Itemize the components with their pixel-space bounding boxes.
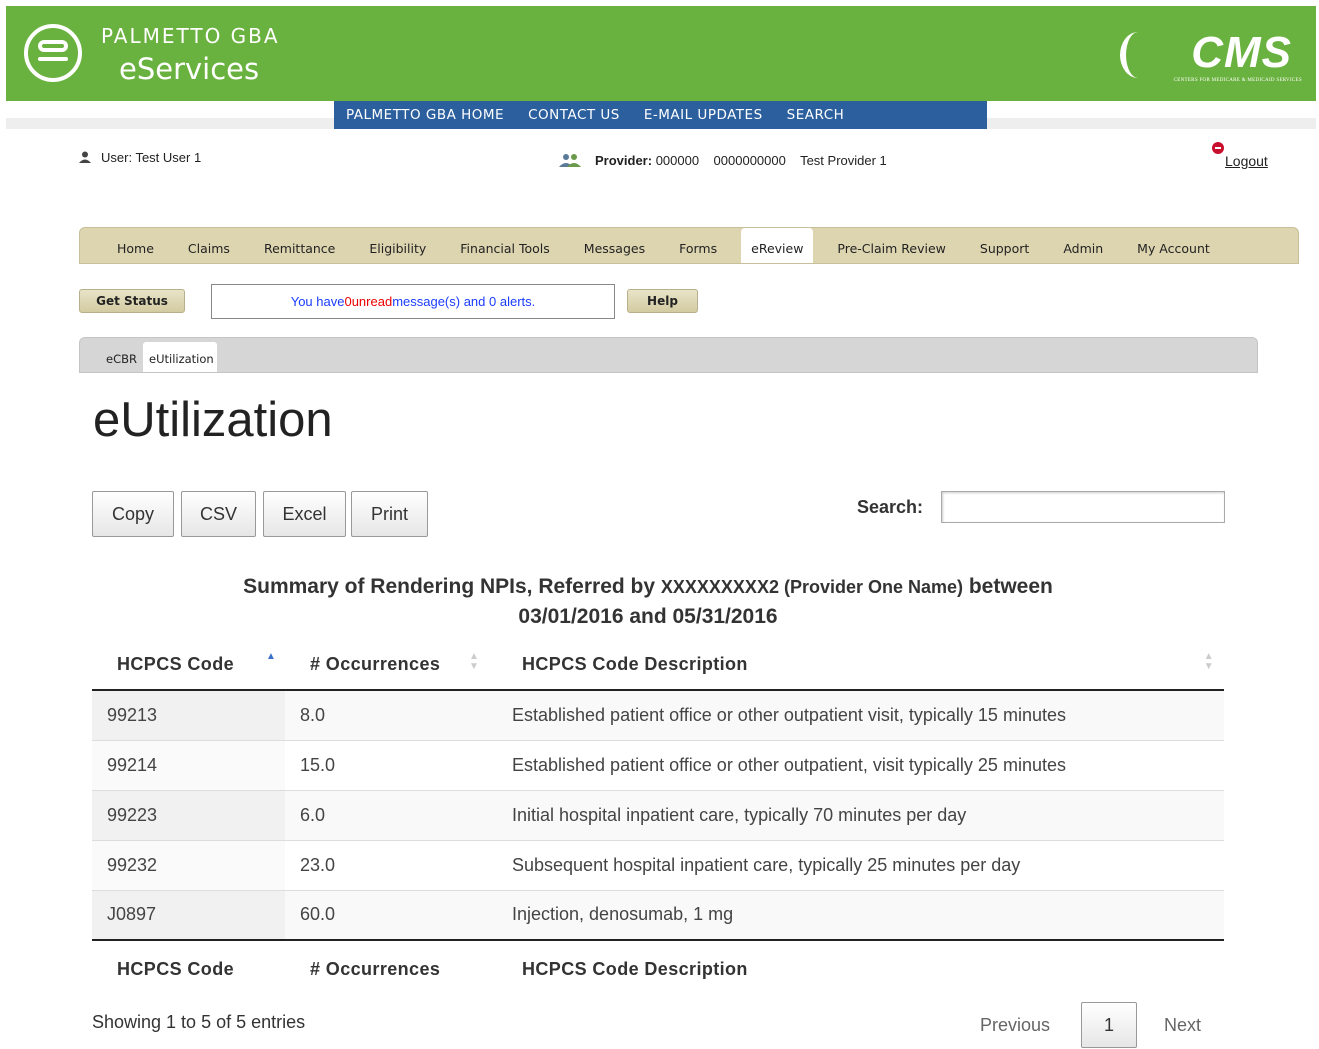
cell-hcpcs-code: 99232 bbox=[92, 840, 285, 891]
user-info: User: Test User 1 bbox=[79, 150, 201, 165]
footer-hcpcs-code: HCPCS Code bbox=[117, 959, 235, 979]
tab-claims[interactable]: Claims bbox=[171, 228, 247, 263]
search-input[interactable] bbox=[941, 491, 1225, 523]
sort-asc-icon: ▲ bbox=[266, 651, 277, 662]
site-header: PALMETTO GBA eServices CMS CENTERS FOR M… bbox=[6, 6, 1316, 101]
tab-remittance[interactable]: Remittance bbox=[247, 228, 352, 263]
cell-occurrences: 60.0 bbox=[285, 890, 497, 941]
logout-link[interactable]: Logout bbox=[1225, 153, 1268, 169]
brand-name: PALMETTO GBA bbox=[101, 24, 280, 48]
user-label: User: bbox=[101, 150, 133, 165]
message-text-pre: You have bbox=[290, 294, 345, 309]
cms-logo-subtitle: CENTERS FOR MEDICARE & MEDICAID SERVICES bbox=[1173, 78, 1302, 83]
tab-pre-claim-review[interactable]: Pre-Claim Review bbox=[820, 228, 962, 263]
caption-part2: between bbox=[963, 575, 1053, 598]
provider-label: Provider: bbox=[595, 153, 653, 168]
cell-occurrences: 23.0 bbox=[285, 840, 497, 891]
table-row: 99223 6.0 Initial hospital inpatient car… bbox=[92, 790, 1224, 841]
topnav-contact-link[interactable]: CONTACT US bbox=[528, 107, 620, 123]
provider-npi: 0000000000 bbox=[713, 153, 786, 168]
provider-id: 000000 bbox=[655, 153, 700, 168]
cms-swoosh-icon bbox=[1120, 32, 1156, 78]
provider-info: Provider: 000000 0000000000 Test Provide… bbox=[557, 153, 887, 168]
table-row: 99232 23.0 Subsequent hospital inpatient… bbox=[92, 840, 1224, 891]
cell-description: Injection, denosumab, 1 mg bbox=[497, 890, 1224, 941]
column-header-occurrences[interactable]: # Occurrences ▲ ▼ bbox=[285, 640, 497, 691]
footer-occurrences: # Occurrences bbox=[310, 959, 441, 979]
table-row: 99214 15.0 Established patient office or… bbox=[92, 740, 1224, 791]
column-header-description[interactable]: HCPCS Code Description ▲ ▼ bbox=[497, 640, 1224, 691]
tab-home[interactable]: Home bbox=[100, 228, 171, 263]
utilization-table: HCPCS Code ▲ # Occurrences ▲ ▼ HCPCS Code D… bbox=[92, 640, 1224, 998]
topnav-home-link[interactable]: PALMETTO GBA HOME bbox=[346, 107, 504, 123]
table-caption: Summary of Rendering NPIs, Referred by X… bbox=[93, 572, 1203, 631]
tab-eligibility[interactable]: Eligibility bbox=[352, 228, 443, 263]
top-nav: PALMETTO GBA HOME CONTACT US E-MAIL UPDA… bbox=[334, 101, 987, 129]
cell-occurrences: 15.0 bbox=[285, 740, 497, 791]
cell-description: Established patient office or other outp… bbox=[497, 690, 1224, 741]
cell-occurrences: 8.0 bbox=[285, 690, 497, 741]
page-1-button[interactable]: 1 bbox=[1081, 1002, 1137, 1048]
palmetto-logo-icon bbox=[24, 24, 82, 82]
table-row: 99213 8.0 Established patient office or … bbox=[92, 690, 1224, 741]
provider-group-icon bbox=[559, 154, 581, 167]
get-status-button[interactable]: Get Status bbox=[79, 289, 185, 313]
logout: Logout bbox=[1212, 140, 1272, 170]
cell-description: Subsequent hospital inpatient care, typi… bbox=[497, 840, 1224, 891]
subtab-ecbr[interactable]: eCBR bbox=[100, 352, 143, 372]
cell-hcpcs-code: J0897 bbox=[92, 890, 285, 941]
search-label: Search: bbox=[857, 497, 924, 517]
message-text-post: message(s) and 0 alerts. bbox=[392, 294, 536, 309]
footer-description: HCPCS Code Description bbox=[522, 959, 748, 979]
page-title: eUtilization bbox=[93, 393, 333, 447]
sort-both-icon: ▲ ▼ bbox=[1203, 651, 1214, 672]
unread-count: 0 bbox=[344, 294, 352, 309]
cell-hcpcs-code: 99213 bbox=[92, 690, 285, 741]
unread-label: unread bbox=[351, 294, 393, 309]
cell-occurrences: 6.0 bbox=[285, 790, 497, 841]
provider-name: Test Provider 1 bbox=[800, 153, 887, 168]
cell-hcpcs-code: 99214 bbox=[92, 740, 285, 791]
caption-npi: XXXXXXXXX2 (Provider One Name) bbox=[660, 577, 964, 597]
cell-description: Initial hospital inpatient care, typical… bbox=[497, 790, 1224, 841]
main-nav: Home Claims Remittance Eligibility Finan… bbox=[79, 227, 1299, 264]
sub-tabs: eCBR eUtilization bbox=[79, 337, 1258, 373]
caption-part1: Summary of Rendering NPIs, Referred by bbox=[243, 575, 661, 598]
previous-button[interactable]: Previous bbox=[965, 1002, 1065, 1048]
copy-button[interactable]: Copy bbox=[92, 491, 174, 537]
message-alert-box: You have 0 unread message(s) and 0 alert… bbox=[211, 284, 615, 319]
next-button[interactable]: Next bbox=[1150, 1002, 1215, 1048]
tab-my-account[interactable]: My Account bbox=[1120, 228, 1227, 263]
print-button[interactable]: Print bbox=[351, 491, 428, 537]
user-name: Test User 1 bbox=[135, 150, 202, 165]
tab-support[interactable]: Support bbox=[963, 228, 1046, 263]
tab-ereview[interactable]: eReview bbox=[741, 228, 814, 263]
cell-description: Established patient office or other outp… bbox=[497, 740, 1224, 791]
logout-icon bbox=[1212, 142, 1224, 154]
tab-forms[interactable]: Forms bbox=[662, 228, 734, 263]
column-header-hcpcs-code[interactable]: HCPCS Code ▲ bbox=[92, 640, 285, 691]
table-info: Showing 1 to 5 of 5 entries bbox=[92, 1012, 306, 1032]
excel-button[interactable]: Excel bbox=[263, 491, 346, 537]
tab-messages[interactable]: Messages bbox=[567, 228, 662, 263]
cms-logo: CMS bbox=[1191, 28, 1292, 77]
user-icon bbox=[79, 151, 91, 163]
sort-both-icon: ▲ ▼ bbox=[469, 651, 480, 672]
tab-admin[interactable]: Admin bbox=[1046, 228, 1120, 263]
caption-date-range: 03/01/2016 and 05/31/2016 bbox=[518, 605, 778, 628]
cell-hcpcs-code: 99223 bbox=[92, 790, 285, 841]
tab-financial-tools[interactable]: Financial Tools bbox=[443, 228, 567, 263]
csv-button[interactable]: CSV bbox=[181, 491, 256, 537]
help-button[interactable]: Help bbox=[627, 289, 698, 313]
topnav-email-updates-link[interactable]: E-MAIL UPDATES bbox=[644, 107, 763, 123]
table-row: J0897 60.0 Injection, denosumab, 1 mg bbox=[92, 890, 1224, 941]
topnav-search-link[interactable]: SEARCH bbox=[787, 107, 845, 123]
brand-subtitle: eServices bbox=[119, 52, 260, 86]
subtab-eutilization[interactable]: eUtilization bbox=[143, 342, 217, 372]
